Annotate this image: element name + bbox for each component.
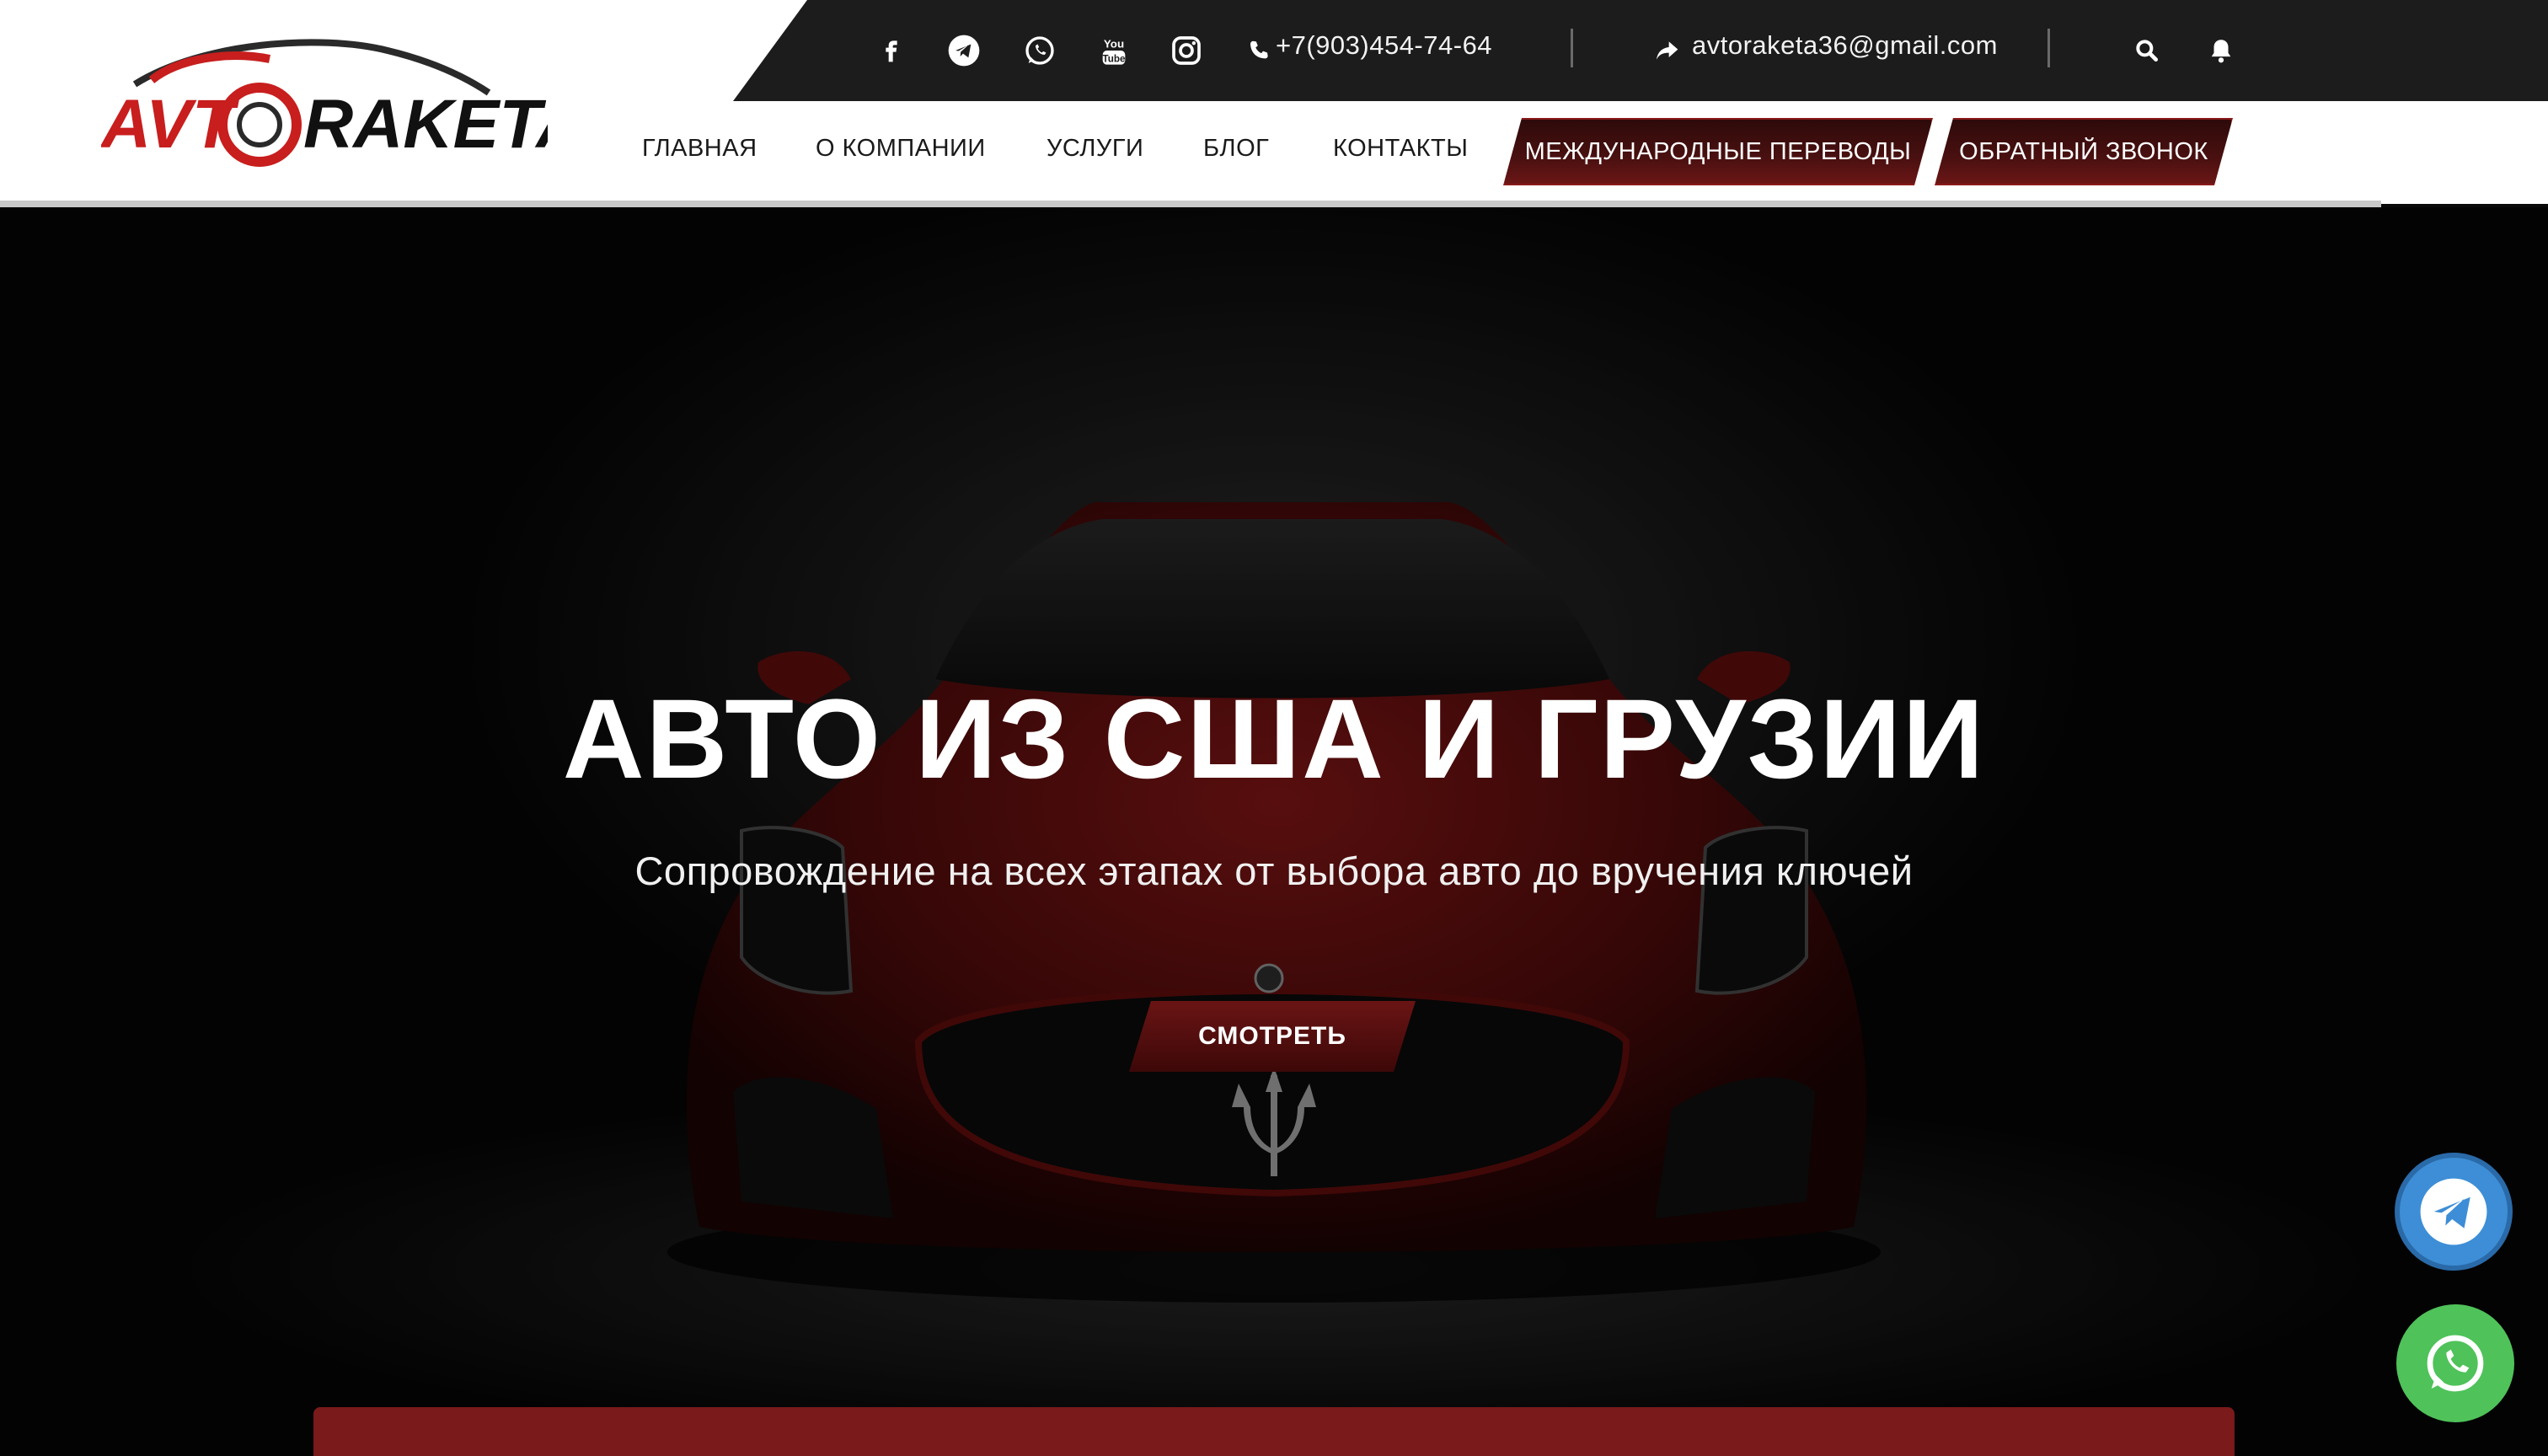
hero-subtitle: Сопровождение на всех этапах от выбора а…	[634, 848, 1914, 893]
topbar-divider	[2048, 29, 2050, 67]
facebook-icon[interactable]	[870, 29, 913, 72]
bell-icon[interactable]	[2203, 32, 2240, 69]
header-underline	[0, 201, 2381, 207]
international-transfers-button[interactable]: МЕЖДУНАРОДНЫЕ ПЕРЕВОДЫ	[1503, 118, 1933, 185]
nav-item-about[interactable]: О КОМПАНИИ	[816, 135, 986, 163]
email-address[interactable]: avtoraketa36@gmail.com	[1692, 30, 1998, 61]
topbar-divider	[1571, 29, 1573, 67]
logo[interactable]: AVT RAKETA	[101, 34, 548, 177]
share-arrow-icon	[1650, 29, 1684, 72]
svg-text:Tube: Tube	[1103, 53, 1126, 64]
telegram-icon	[2420, 1178, 2487, 1245]
youtube-icon[interactable]: You Tube	[1092, 29, 1136, 72]
top-contact-bar	[733, 0, 2548, 101]
search-icon[interactable]	[2128, 32, 2165, 69]
site-header: AVT RAKETA You Tube +7(903)454-74-64	[0, 0, 2548, 204]
whatsapp-icon[interactable]	[1018, 29, 1062, 72]
nav-item-home[interactable]: ГЛАВНАЯ	[642, 135, 757, 163]
nav-item-blog[interactable]: БЛОГ	[1203, 135, 1269, 163]
page: AVT RAKETA You Tube +7(903)454-74-64	[0, 0, 2548, 1456]
hero-car-image	[0, 207, 2548, 1456]
content-panel-top	[313, 1407, 2235, 1456]
view-button[interactable]: СМОТРЕТЬ	[1129, 1001, 1416, 1072]
hero-section: АВТО ИЗ США И ГРУЗИИ Сопровождение на вс…	[0, 207, 2548, 1456]
instagram-icon[interactable]	[1164, 29, 1208, 72]
phone-number[interactable]: +7(903)454-74-64	[1276, 30, 1492, 61]
telegram-float-button[interactable]	[2395, 1153, 2513, 1271]
telegram-icon[interactable]	[942, 29, 986, 72]
callback-button[interactable]: ОБРАТНЫЙ ЗВОНОК	[1935, 118, 2233, 185]
whatsapp-icon	[2427, 1335, 2484, 1392]
hero-title: АВТО ИЗ США И ГРУЗИИ	[562, 677, 1986, 802]
phone-icon	[1242, 29, 1276, 72]
svg-text:RAKETA: RAKETA	[303, 86, 548, 163]
svg-text:You: You	[1104, 38, 1124, 51]
nav-item-contacts[interactable]: КОНТАКТЫ	[1333, 135, 1468, 163]
whatsapp-float-button[interactable]	[2396, 1304, 2514, 1422]
nav-item-services[interactable]: УСЛУГИ	[1046, 135, 1143, 163]
